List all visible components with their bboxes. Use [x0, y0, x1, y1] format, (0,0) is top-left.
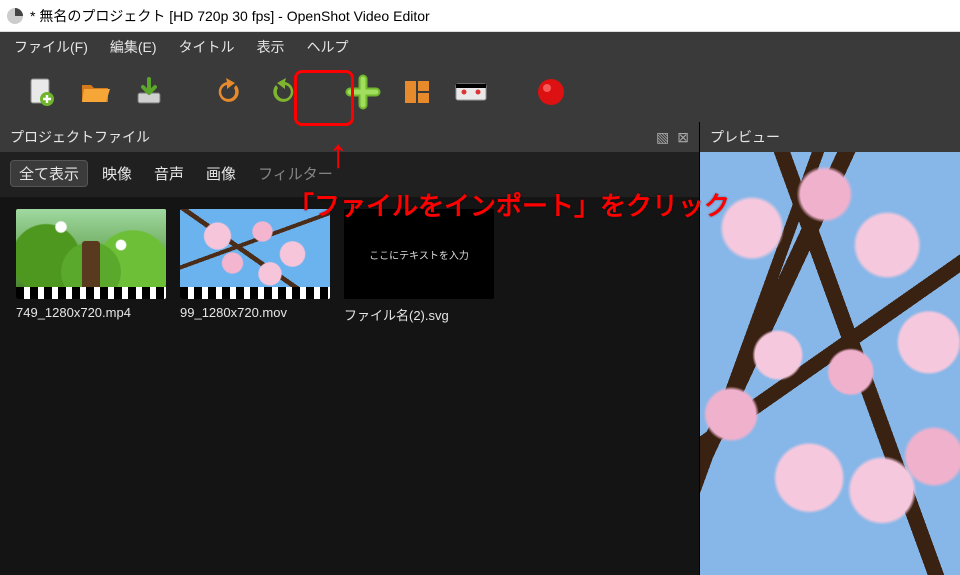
toolbar [0, 62, 960, 122]
menu-view[interactable]: 表示 [257, 37, 285, 57]
file-tile[interactable]: ここにテキストを入力 ファイル名(2).svg [344, 209, 494, 324]
menu-edit[interactable]: 編集(E) [110, 37, 157, 57]
file-caption: 99_1280x720.mov [180, 305, 287, 320]
close-panel-icon[interactable]: ⊠ [677, 129, 689, 146]
filter-audio[interactable]: 音声 [146, 161, 192, 186]
detach-panel-icon[interactable]: ▧ [656, 129, 669, 146]
file-caption: ファイル名(2).svg [344, 305, 449, 324]
undo-button[interactable] [208, 71, 250, 113]
menu-help[interactable]: ヘルプ [307, 37, 349, 57]
new-file-button[interactable] [20, 71, 62, 113]
filter-image[interactable]: 画像 [198, 161, 244, 186]
filter-all[interactable]: 全て表示 [10, 160, 88, 187]
marker-button[interactable] [450, 71, 492, 113]
app-window: * 無名のプロジェクト [HD 720p 30 fps] - OpenShot … [0, 0, 960, 575]
file-caption: 749_1280x720.mp4 [16, 305, 131, 320]
save-button[interactable] [128, 71, 170, 113]
annotation-text: 「ファイルをインポート」をクリック [288, 186, 730, 223]
window-title: * 無名のプロジェクト [HD 720p 30 fps] - OpenShot … [30, 6, 430, 26]
project-files-label: プロジェクトファイル [10, 127, 150, 147]
import-files-button[interactable] [342, 71, 384, 113]
record-button[interactable] [530, 71, 572, 113]
filter-video[interactable]: 映像 [94, 161, 140, 186]
preview-panel: プレビュー [700, 122, 960, 575]
preview-label: プレビュー [710, 127, 780, 147]
menu-title[interactable]: タイトル [179, 37, 235, 57]
menu-bar: ファイル(F) 編集(E) タイトル 表示 ヘルプ [0, 32, 960, 62]
layout-button[interactable] [396, 71, 438, 113]
app-icon [6, 7, 24, 25]
file-tile[interactable]: 749_1280x720.mp4 [16, 209, 166, 324]
open-folder-button[interactable] [74, 71, 116, 113]
annotation-arrow: ↑ [328, 134, 348, 174]
redo-button[interactable] [262, 71, 304, 113]
file-tile[interactable]: 99_1280x720.mov [180, 209, 330, 324]
preview-viewport[interactable] [700, 152, 960, 575]
menu-file[interactable]: ファイル(F) [14, 37, 88, 57]
title-card-text: ここにテキストを入力 [369, 247, 469, 262]
title-bar: * 無名のプロジェクト [HD 720p 30 fps] - OpenShot … [0, 0, 960, 32]
